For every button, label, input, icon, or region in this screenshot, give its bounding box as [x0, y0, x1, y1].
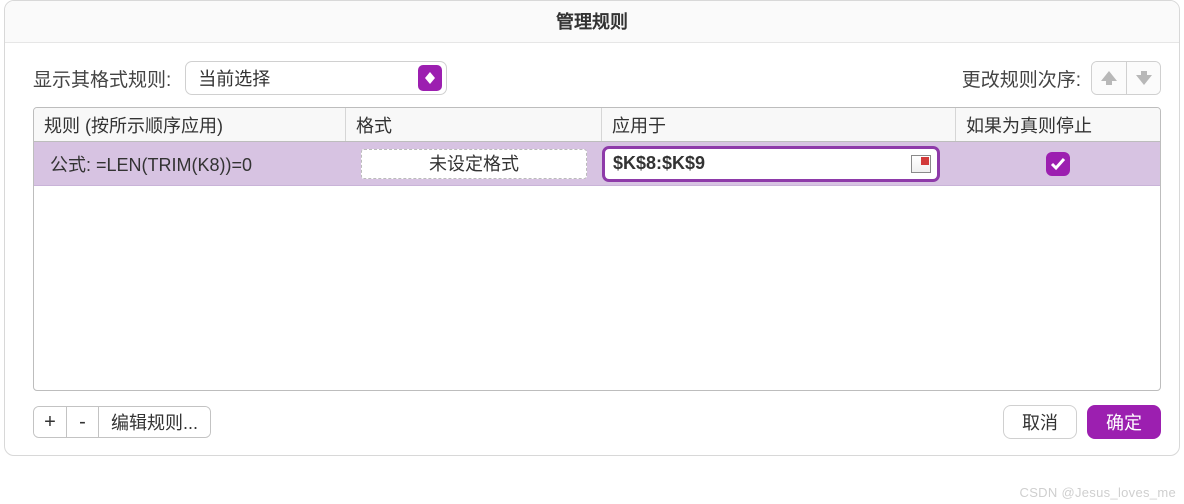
rule-edit-buttons: + - 编辑规则... — [33, 406, 211, 438]
toolbar: 显示其格式规则: 当前选择 更改规则次序: — [5, 43, 1179, 107]
arrow-up-icon — [1101, 71, 1117, 85]
cancel-button[interactable]: 取消 — [1003, 405, 1077, 439]
remove-rule-button[interactable]: - — [66, 407, 98, 437]
rules-grid: 规则 (按所示顺序应用) 格式 应用于 如果为真则停止 公式: =LEN(TRI… — [33, 107, 1161, 391]
arrow-down-icon — [1136, 71, 1152, 85]
format-preview[interactable]: 未设定格式 — [361, 149, 587, 179]
rule-stop-cell — [956, 142, 1160, 185]
dropdown-stepper-icon — [418, 65, 442, 91]
dialog-title: 管理规则 — [5, 1, 1179, 43]
col-header-applies-to[interactable]: 应用于 — [602, 108, 956, 141]
check-icon — [1050, 157, 1066, 171]
col-header-format[interactable]: 格式 — [346, 108, 602, 141]
rule-format-cell: 未设定格式 — [346, 142, 602, 185]
dialog-footer: + - 编辑规则... 取消 确定 — [5, 391, 1179, 455]
stop-if-true-checkbox[interactable] — [1046, 152, 1070, 176]
scope-select-value: 当前选择 — [198, 65, 270, 91]
add-rule-button[interactable]: + — [34, 407, 66, 437]
manage-rules-dialog: 管理规则 显示其格式规则: 当前选择 更改规则次序: 规则 (按所示顺序应用) … — [4, 0, 1180, 456]
range-picker-icon[interactable] — [911, 155, 931, 173]
edit-rule-button[interactable]: 编辑规则... — [98, 407, 210, 437]
change-order-label: 更改规则次序: — [962, 65, 1081, 92]
order-buttons — [1091, 61, 1161, 95]
scope-select[interactable]: 当前选择 — [185, 61, 447, 95]
grid-header: 规则 (按所示顺序应用) 格式 应用于 如果为真则停止 — [34, 108, 1160, 142]
move-up-button[interactable] — [1092, 62, 1126, 94]
watermark: CSDN @Jesus_loves_me — [1020, 485, 1176, 500]
rule-row[interactable]: 公式: =LEN(TRIM(K8))=0 未设定格式 $K$8:$K$9 — [34, 142, 1160, 186]
col-header-stop[interactable]: 如果为真则停止 — [956, 108, 1160, 141]
rule-description: 公式: =LEN(TRIM(K8))=0 — [34, 142, 346, 185]
applies-to-input[interactable]: $K$8:$K$9 — [602, 146, 940, 182]
move-down-button[interactable] — [1126, 62, 1160, 94]
show-rules-for-label: 显示其格式规则: — [33, 65, 171, 92]
applies-to-value: $K$8:$K$9 — [613, 153, 911, 174]
ok-button[interactable]: 确定 — [1087, 405, 1161, 439]
rule-range-cell: $K$8:$K$9 — [602, 142, 956, 185]
col-header-rule[interactable]: 规则 (按所示顺序应用) — [34, 108, 346, 141]
